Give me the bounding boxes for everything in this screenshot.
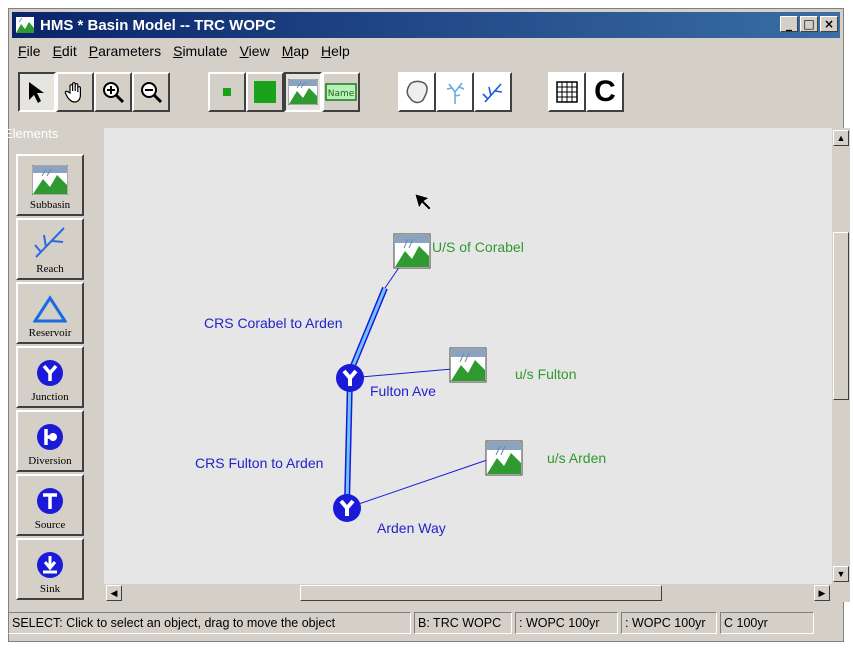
junction-arden-way[interactable] xyxy=(333,494,361,522)
menu-view[interactable]: View xyxy=(234,41,276,63)
menu-bar: File Edit Parameters Simulate View Map H… xyxy=(12,41,356,63)
show-names-button[interactable]: Name xyxy=(322,72,360,112)
reach-icon xyxy=(482,83,503,103)
app-icon xyxy=(16,17,34,33)
palette-diversion[interactable]: Diversion xyxy=(16,410,84,472)
small-square-icon xyxy=(223,88,231,96)
palette-diversion-label: Diversion xyxy=(28,455,72,467)
zoom-in-button[interactable] xyxy=(94,72,132,112)
status-control: : WOPC 100yr xyxy=(621,612,717,634)
zoom-out-button[interactable] xyxy=(132,72,170,112)
junction-fulton-ave[interactable] xyxy=(336,364,364,392)
palette-subbasin-label: Subbasin xyxy=(29,199,71,211)
palette-source-label: Source xyxy=(34,519,66,531)
name-label-icon: Name xyxy=(325,83,357,101)
stream-network-icon xyxy=(446,82,465,104)
palette-reach-label: Reach xyxy=(36,263,64,275)
status-basin: B: TRC WOPC xyxy=(414,612,512,634)
vertical-scrollbar[interactable]: ▲ ▼ xyxy=(832,128,850,584)
junction-label-arden: Arden Way xyxy=(377,520,446,536)
stream-map-button[interactable] xyxy=(436,72,474,112)
vertical-scroll-thumb[interactable] xyxy=(833,232,849,400)
c-button[interactable]: C xyxy=(586,72,624,112)
select-arrow-icon xyxy=(29,82,44,103)
reach-corabel-to-arden[interactable] xyxy=(347,286,388,375)
scroll-left-button[interactable]: ◀ xyxy=(106,585,122,601)
reach-map-button[interactable] xyxy=(474,72,512,112)
menu-file[interactable]: File xyxy=(12,41,47,63)
scroll-down-button[interactable]: ▼ xyxy=(833,566,849,582)
zoom-in-icon xyxy=(103,82,125,104)
minimize-button[interactable]: _ xyxy=(780,16,798,32)
mouse-cursor-icon xyxy=(414,193,432,211)
name-label-icon-text: Name xyxy=(328,89,355,99)
picture-icons-button[interactable] xyxy=(284,72,322,112)
horizontal-scroll-thumb[interactable] xyxy=(300,585,662,601)
subbasin-us-fulton[interactable] xyxy=(449,347,487,383)
zoom-out-icon xyxy=(141,82,163,104)
status-bar: SELECT: Click to select an object, drag … xyxy=(8,612,817,634)
grid-button[interactable] xyxy=(548,72,586,112)
connector-arden xyxy=(346,459,488,509)
basin-network-svg xyxy=(333,193,523,522)
palette-source[interactable]: Source xyxy=(16,474,84,536)
grid-icon xyxy=(556,81,578,103)
menu-simulate[interactable]: Simulate xyxy=(167,41,233,63)
palette-reservoir-label: Reservoir xyxy=(28,327,72,339)
junction-label-fulton: Fulton Ave xyxy=(370,383,436,399)
hand-pan-icon xyxy=(64,82,81,103)
palette-junction-label: Junction xyxy=(31,391,69,403)
palette-sink-label: Sink xyxy=(39,583,61,595)
palette-reach[interactable]: Reach xyxy=(16,218,84,280)
select-tool-button[interactable] xyxy=(18,72,56,112)
status-message: SELECT: Click to select an object, drag … xyxy=(8,612,411,634)
subbasin-icon xyxy=(32,165,68,195)
reach-fulton-to-arden[interactable] xyxy=(344,377,353,504)
elements-title: Elements xyxy=(4,126,59,141)
status-met-model: : WOPC 100yr xyxy=(515,612,618,634)
sink-icon xyxy=(37,552,63,578)
palette-reservoir[interactable]: Reservoir xyxy=(16,282,84,344)
palette-junction[interactable]: Junction xyxy=(16,346,84,408)
palette-subbasin[interactable]: Subbasin xyxy=(16,154,84,216)
title-bar[interactable]: HMS * Basin Model -- TRC WOPC _ □ × xyxy=(12,12,840,38)
status-run: C 100yr xyxy=(720,612,814,634)
boundary-map-button[interactable] xyxy=(398,72,436,112)
subbasin-label-arden: u/s Arden xyxy=(547,450,607,466)
horizontal-scrollbar[interactable]: ◀ ▶ xyxy=(104,584,832,602)
subbasin-label-corabel: U/S of Corabel xyxy=(432,239,524,255)
large-square-icon xyxy=(254,81,276,103)
subbasin-us-arden[interactable] xyxy=(485,440,523,476)
scroll-right-button[interactable]: ▶ xyxy=(814,585,830,601)
source-icon xyxy=(37,488,63,514)
reach-label-fulton: CRS Fulton to Arden xyxy=(195,455,324,471)
reach-icon xyxy=(34,227,65,258)
menu-map[interactable]: Map xyxy=(276,41,315,63)
reach-label-corabel: CRS Corabel to Arden xyxy=(204,315,343,331)
maximize-button[interactable]: □ xyxy=(800,16,818,32)
menu-edit[interactable]: Edit xyxy=(47,41,83,63)
connector-fulton xyxy=(349,368,453,379)
subbasin-icon xyxy=(288,79,318,105)
window-title: HMS * Basin Model -- TRC WOPC xyxy=(40,16,276,34)
small-icons-button[interactable] xyxy=(208,72,246,112)
scroll-corner xyxy=(832,584,850,602)
large-icons-button[interactable] xyxy=(246,72,284,112)
subbasin-label-fulton: u/s Fulton xyxy=(515,366,577,382)
reservoir-icon xyxy=(33,295,67,323)
subbasin-us-of-corabel[interactable] xyxy=(393,233,431,269)
menu-help[interactable]: Help xyxy=(315,41,356,63)
scroll-up-button[interactable]: ▲ xyxy=(833,130,849,146)
pan-tool-button[interactable] xyxy=(56,72,94,112)
palette-sink[interactable]: Sink xyxy=(16,538,84,600)
menu-parameters[interactable]: Parameters xyxy=(83,41,167,63)
junction-icon xyxy=(37,360,63,386)
diversion-icon xyxy=(37,424,63,450)
boundary-icon xyxy=(406,80,428,104)
close-button[interactable]: × xyxy=(820,16,838,32)
basin-map-canvas[interactable]: U/S of Corabel u/s Fulton u/s Arden Fult… xyxy=(104,128,832,584)
